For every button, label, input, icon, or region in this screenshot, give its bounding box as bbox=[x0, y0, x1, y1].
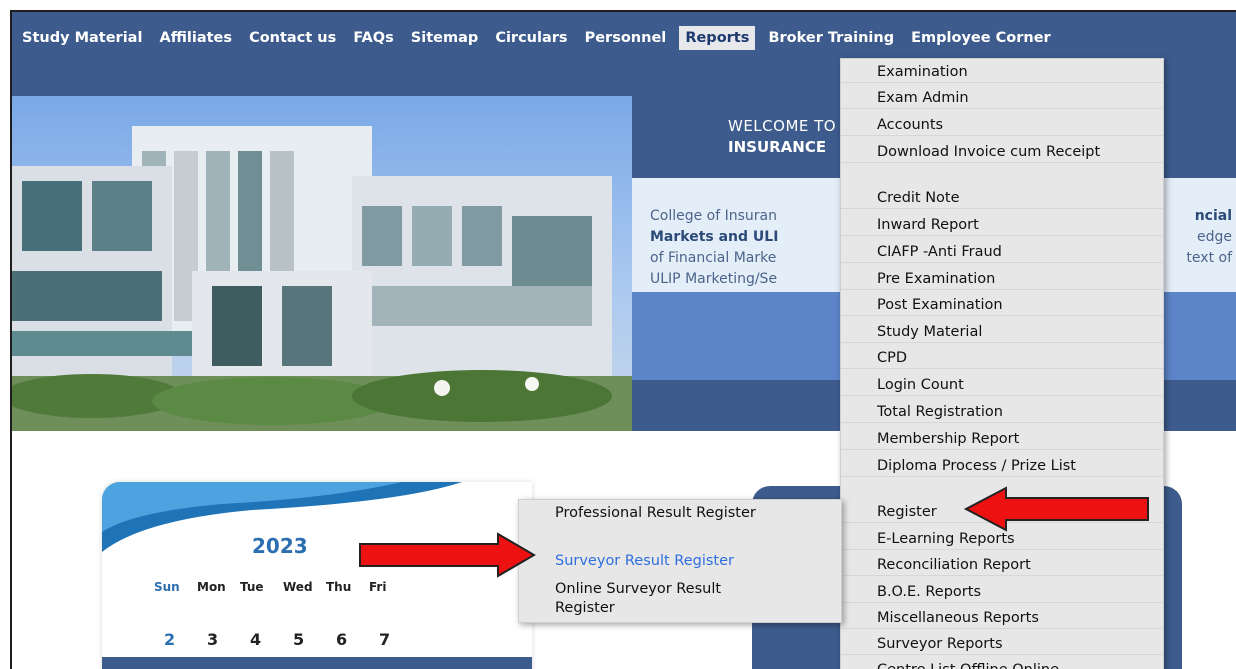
calendar-year: 2023 bbox=[252, 534, 308, 558]
menu-item-boe-reports[interactable]: B.O.E. Reports bbox=[841, 583, 1163, 603]
menu-item-surveyor-reports[interactable]: Surveyor Reports bbox=[841, 635, 1163, 655]
date-cell[interactable]: 6 bbox=[336, 630, 379, 649]
nav-circulars[interactable]: Circulars bbox=[495, 30, 567, 46]
menu-item-inward-report[interactable]: Inward Report bbox=[841, 216, 1163, 236]
menu-item-total-registration[interactable]: Total Registration bbox=[841, 403, 1163, 423]
info-right-3: text of bbox=[1186, 250, 1232, 266]
weekday-wed: Wed bbox=[283, 580, 313, 594]
menu-item-centre-list[interactable]: Centre List Offline Online bbox=[841, 661, 1163, 669]
nav-reports[interactable]: Reports bbox=[679, 26, 756, 50]
menu-item-ciafp-anti-fraud[interactable]: CIAFP -Anti Fraud bbox=[841, 243, 1163, 263]
info-line-3: of Financial Marke bbox=[650, 250, 777, 266]
building-illustration bbox=[12, 126, 632, 431]
menu-item-membership-report[interactable]: Membership Report bbox=[841, 430, 1163, 450]
weekday-fri: Fri bbox=[369, 580, 387, 594]
menu-item-login-count[interactable]: Login Count bbox=[841, 376, 1163, 396]
submenu-professional-result-register[interactable]: Professional Result Register bbox=[519, 504, 841, 523]
browser-viewport: Study Material Affiliates Contact us FAQ… bbox=[10, 10, 1236, 669]
nav-broker-training[interactable]: Broker Training bbox=[768, 30, 894, 46]
weekday-tue: Tue bbox=[240, 580, 264, 594]
welcome-line-2: INSURANCE bbox=[728, 138, 827, 156]
nav-contact-us[interactable]: Contact us bbox=[249, 30, 336, 46]
date-cell[interactable]: 4 bbox=[250, 630, 293, 649]
register-submenu: Professional Result Register Surveyor Re… bbox=[518, 499, 842, 623]
menu-item-pre-examination[interactable]: Pre Examination bbox=[841, 270, 1163, 290]
info-line-1: College of Insuran bbox=[650, 208, 778, 224]
submenu-surveyor-result-register[interactable]: Surveyor Result Register bbox=[519, 552, 841, 571]
menu-item-diploma-process[interactable]: Diploma Process / Prize List bbox=[841, 457, 1163, 477]
menu-item-accounts[interactable]: Accounts bbox=[841, 116, 1163, 136]
menu-item-examination[interactable]: Examination bbox=[841, 63, 1163, 83]
menu-item-download-invoice[interactable]: Download Invoice cum Receipt bbox=[841, 143, 1163, 163]
menu-item-miscellaneous-reports[interactable]: Miscellaneous Reports bbox=[841, 609, 1163, 629]
welcome-heading: WELCOME TO INSURANCE bbox=[728, 116, 836, 158]
building-photo bbox=[12, 96, 632, 431]
date-cell[interactable]: 5 bbox=[293, 630, 336, 649]
nav-sitemap[interactable]: Sitemap bbox=[411, 30, 478, 46]
info-right-1: ncial bbox=[1194, 208, 1232, 224]
info-right-2: edge bbox=[1197, 229, 1232, 245]
calendar-weekdays: Sun Mon Tue Wed Thu Fri bbox=[154, 580, 412, 594]
calendar-footer-bar bbox=[102, 657, 532, 669]
weekday-thu: Thu bbox=[326, 580, 352, 594]
menu-item-reconciliation-report[interactable]: Reconciliation Report bbox=[841, 556, 1163, 576]
menu-item-cpd[interactable]: CPD bbox=[841, 349, 1163, 369]
submenu-online-surveyor-result-register[interactable]: Online Surveyor Result Register bbox=[519, 580, 841, 618]
menu-item-exam-admin[interactable]: Exam Admin bbox=[841, 89, 1163, 109]
weekday-sun: Sun bbox=[154, 580, 180, 594]
nav-menu: Study Material Affiliates Contact us FAQ… bbox=[22, 26, 1063, 50]
weekday-mon: Mon bbox=[197, 580, 226, 594]
menu-item-e-learning-reports[interactable]: E-Learning Reports bbox=[841, 530, 1163, 550]
info-line-4: ULIP Marketing/Se bbox=[650, 271, 778, 287]
nav-study-material[interactable]: Study Material bbox=[22, 30, 142, 46]
info-line-2: Markets and ULI bbox=[650, 229, 779, 245]
red-arrow-left-icon bbox=[963, 486, 1149, 532]
nav-faqs[interactable]: FAQs bbox=[353, 30, 393, 46]
red-arrow-right-icon bbox=[359, 532, 536, 578]
welcome-line-1: WELCOME TO bbox=[728, 117, 837, 135]
info-text-left: College of Insuran Markets and ULI of Fi… bbox=[650, 206, 778, 290]
nav-affiliates[interactable]: Affiliates bbox=[160, 30, 233, 46]
nav-employee-corner[interactable]: Employee Corner bbox=[911, 30, 1051, 46]
info-text-right: ncial edge text of bbox=[1186, 206, 1232, 269]
date-cell[interactable]: 2 bbox=[164, 630, 207, 649]
nav-personnel[interactable]: Personnel bbox=[585, 30, 667, 46]
calendar-dates: 234567 bbox=[164, 630, 422, 649]
date-cell[interactable]: 7 bbox=[379, 630, 422, 649]
menu-item-post-examination[interactable]: Post Examination bbox=[841, 296, 1163, 316]
menu-item-study-material[interactable]: Study Material bbox=[841, 323, 1163, 343]
reports-dropdown-menu: Examination Exam Admin Accounts Download… bbox=[840, 58, 1164, 669]
menu-item-credit-note[interactable]: Credit Note bbox=[841, 189, 1163, 209]
date-cell[interactable]: 3 bbox=[207, 630, 250, 649]
